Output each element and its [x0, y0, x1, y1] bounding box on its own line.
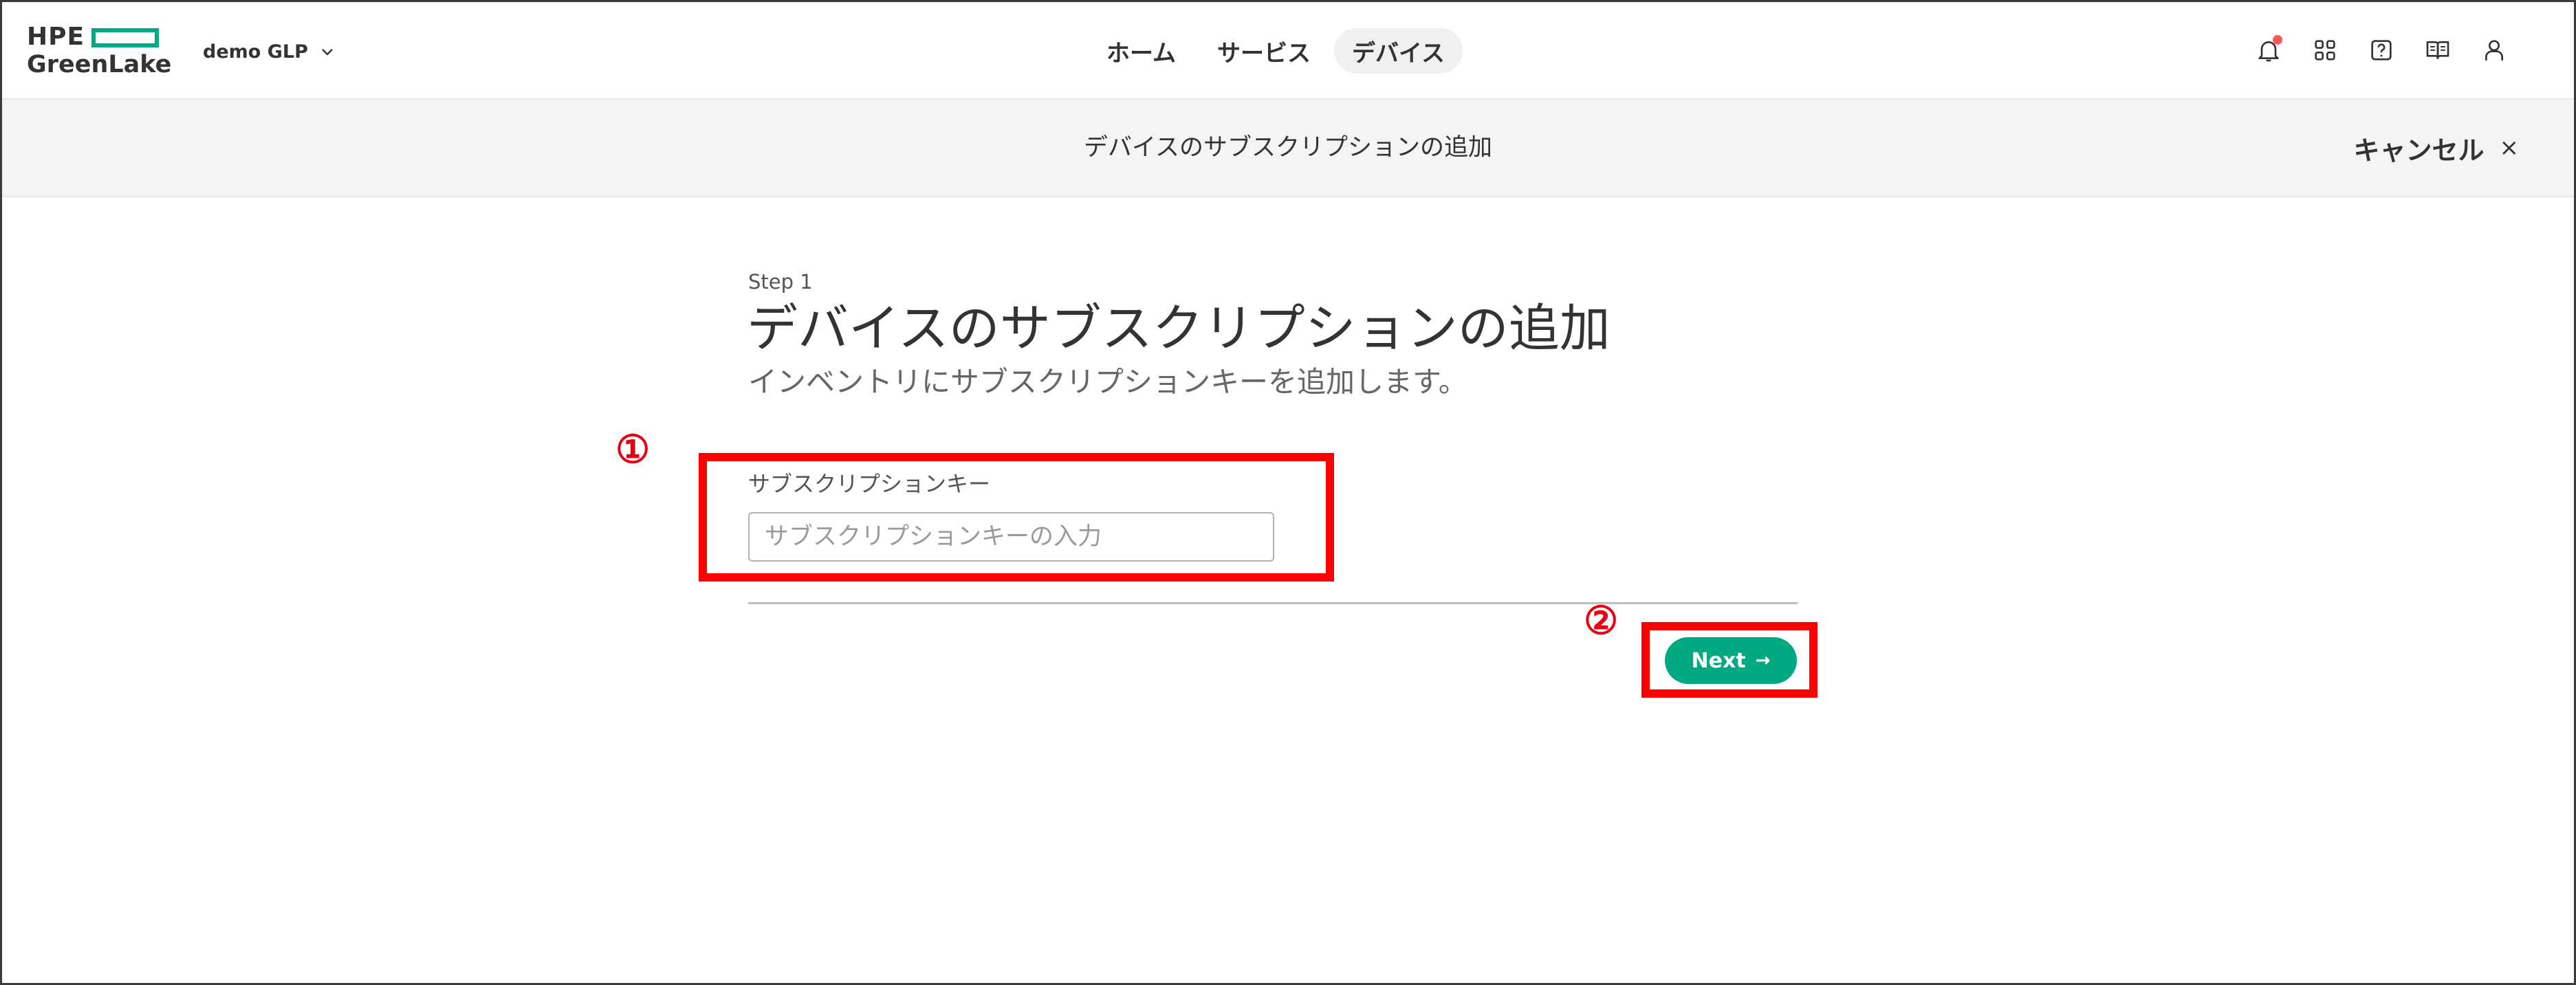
workspace-selector[interactable]: demo GLP	[203, 38, 336, 65]
header-icon-bar	[2230, 32, 2512, 68]
apps-grid-icon	[2315, 40, 2335, 60]
close-icon: ×	[2499, 134, 2520, 162]
wizard-header-bar: デバイスのサブスクリプションの追加 キャンセル ×	[2, 100, 2574, 197]
user-icon	[2485, 40, 2503, 60]
notification-badge	[2273, 35, 2282, 45]
nav-item-services[interactable]: サービス	[1199, 28, 1329, 74]
logo-element-icon	[91, 28, 159, 47]
step-indicator: Step 1	[748, 270, 813, 294]
logo-hpe-text: HPE	[27, 23, 85, 51]
top-header: HPE GreenLake demo GLP ホーム サービス デバイス	[2, 2, 2574, 100]
documentation-button[interactable]	[2420, 32, 2456, 68]
cancel-button[interactable]: キャンセル ×	[2353, 129, 2519, 167]
book-icon	[2426, 41, 2449, 59]
page-title: デバイスのサブスクリプションの追加	[747, 299, 1611, 358]
next-label: Next	[1691, 648, 1746, 673]
workspace-name: demo GLP	[203, 41, 308, 63]
help-icon	[2371, 40, 2392, 60]
chevron-down-icon	[322, 49, 333, 56]
apps-button[interactable]	[2307, 32, 2343, 68]
next-button[interactable]: Next →	[1665, 637, 1797, 684]
user-menu-button[interactable]	[2476, 32, 2512, 68]
arrow-right-icon: →	[1755, 650, 1771, 671]
subscription-key-input[interactable]	[748, 512, 1274, 562]
annotation-number-1: ①	[615, 427, 651, 472]
notifications-button[interactable]	[2251, 32, 2286, 68]
hpe-greenlake-logo[interactable]: HPE GreenLake	[27, 24, 171, 79]
form-divider	[748, 602, 1798, 604]
logo-greenlake-text: GreenLake	[27, 51, 172, 78]
app-window: HPE GreenLake demo GLP ホーム サービス デバイス デバイ…	[0, 0, 2576, 985]
subscription-key-label: サブスクリプションキー	[748, 471, 991, 497]
wizard-header-title: デバイスのサブスクリプションの追加	[1084, 134, 1492, 162]
nav-item-home[interactable]: ホーム	[1089, 28, 1194, 74]
page-subtitle: インベントリにサブスクリプションキーを追加します。	[748, 365, 1467, 399]
annotation-number-2: ②	[1584, 598, 1619, 643]
main-nav: ホーム サービス デバイス	[1089, 28, 1468, 74]
cancel-label: キャンセル	[2353, 135, 2485, 166]
nav-item-devices[interactable]: デバイス	[1333, 28, 1463, 74]
help-button[interactable]	[2364, 32, 2399, 68]
